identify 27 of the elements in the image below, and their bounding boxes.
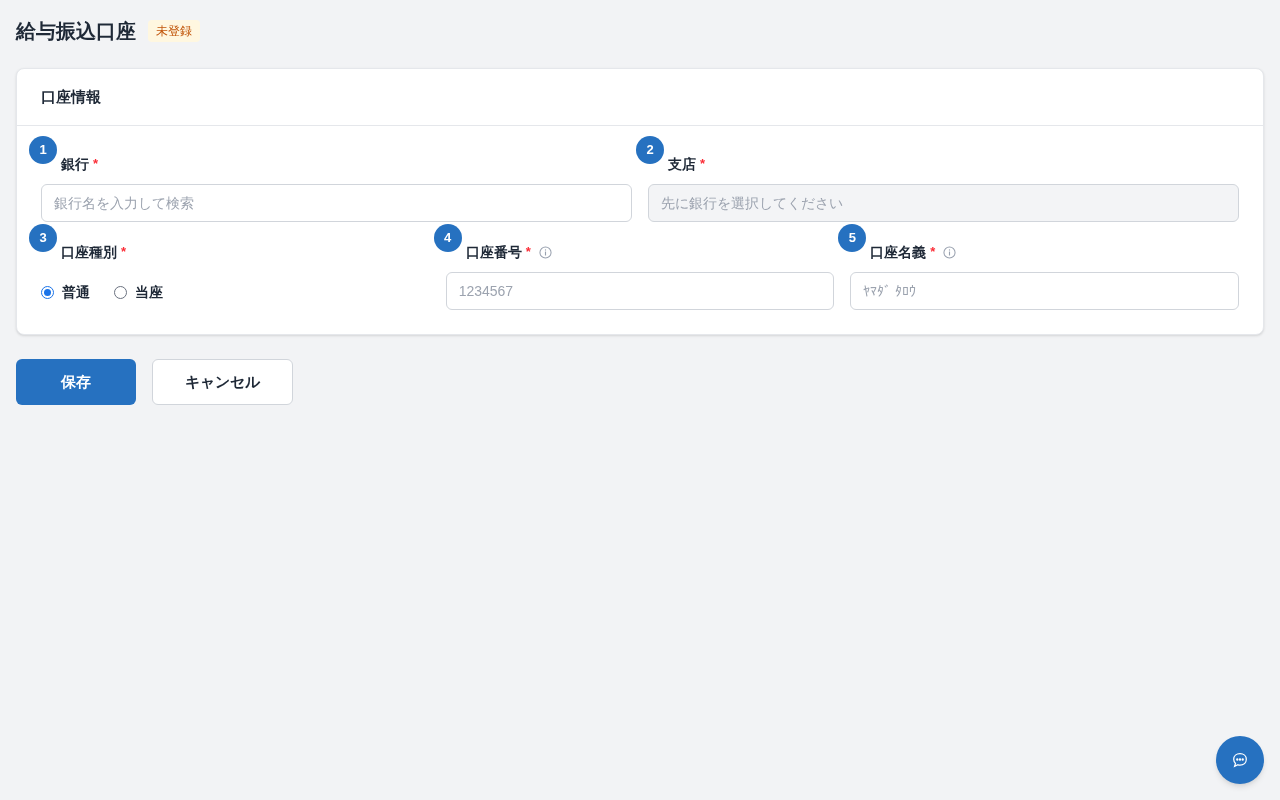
chat-icon: [1231, 751, 1249, 769]
card-title: 口座情報: [41, 86, 101, 107]
required-mark: *: [930, 243, 936, 262]
field-label: 口座名義: [870, 242, 927, 262]
step-marker: 1: [29, 136, 57, 164]
required-mark: *: [93, 155, 99, 174]
field-label: 銀行: [61, 154, 89, 174]
radio-label: 当座: [135, 283, 163, 302]
save-button[interactable]: 保存: [16, 359, 136, 405]
status-badge: 未登録: [148, 20, 200, 42]
required-mark: *: [121, 243, 127, 262]
step-marker: 3: [29, 224, 57, 252]
chat-button[interactable]: [1216, 736, 1264, 784]
field-label: 口座種別: [61, 242, 117, 262]
step-marker: 4: [433, 224, 462, 252]
step-marker: 2: [636, 136, 664, 164]
input-field[interactable]: ﾔﾏﾀﾞ ﾀﾛｳ: [850, 272, 1239, 310]
page-title: 給与振込口座: [16, 19, 136, 44]
field-label: 支店: [668, 154, 696, 174]
input-field[interactable]: 1234567: [445, 272, 835, 310]
radio-label: 普通: [62, 283, 90, 302]
input-field[interactable]: 銀行名を入力して検索: [41, 184, 632, 222]
required-mark: *: [525, 243, 531, 262]
cancel-button[interactable]: キャンセル: [152, 359, 293, 405]
step-marker: 5: [838, 224, 867, 252]
required-mark: *: [700, 155, 706, 174]
field-label: 口座番号: [465, 242, 522, 262]
